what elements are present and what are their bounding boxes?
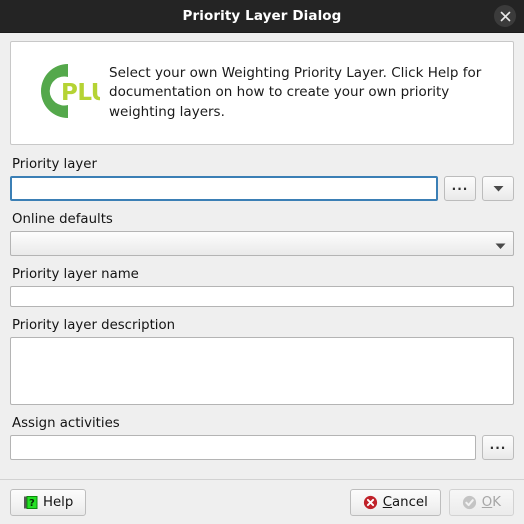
priority-layer-dropdown-button[interactable]	[482, 176, 514, 201]
dialog-body: PLUS Select your own Weighting Priority …	[0, 33, 524, 524]
ellipsis-icon: ...	[451, 178, 469, 193]
priority-layer-name-input[interactable]	[10, 286, 514, 307]
assign-activities-label: Assign activities	[12, 416, 120, 431]
ok-button-text: K	[492, 494, 501, 510]
help-button-label: Help	[43, 494, 74, 510]
dialog-button-bar: ? Help Cancel OK	[0, 480, 524, 524]
ok-check-icon	[462, 495, 477, 510]
online-defaults-label: Online defaults	[12, 212, 113, 227]
chevron-down-icon	[495, 234, 506, 253]
logo-container: PLUS	[21, 60, 125, 126]
priority-layer-dialog: Priority Layer Dialog PLUS S	[0, 0, 524, 524]
ellipsis-icon: ...	[489, 437, 507, 452]
priority-layer-input[interactable]	[10, 176, 438, 201]
priority-layer-name-label: Priority layer name	[12, 267, 139, 282]
dialog-action-buttons: Cancel OK	[349, 488, 514, 516]
cancel-button-text: ancel	[392, 494, 428, 510]
cancel-button-mnemonic: C	[382, 494, 393, 510]
priority-layer-browse-button[interactable]: ...	[444, 176, 476, 201]
cancel-circle-icon	[363, 495, 378, 510]
help-button[interactable]: ? Help	[10, 488, 87, 516]
close-icon	[500, 11, 511, 22]
dialog-titlebar: Priority Layer Dialog	[0, 0, 524, 33]
priority-layer-label: Priority layer	[12, 157, 97, 172]
ok-button[interactable]: OK	[448, 488, 514, 516]
help-book-icon: ?	[23, 495, 38, 510]
priority-layer-description-label: Priority layer description	[12, 318, 176, 333]
priority-layer-description-input[interactable]	[10, 337, 514, 405]
assign-activities-browse-button[interactable]: ...	[482, 435, 514, 460]
cancel-button[interactable]: Cancel	[349, 488, 441, 516]
priority-layer-row: ...	[10, 176, 514, 201]
assign-activities-row: ...	[10, 435, 514, 460]
assign-activities-input[interactable]	[10, 435, 476, 460]
dialog-title: Priority Layer Dialog	[182, 8, 342, 24]
svg-text:PLUS: PLUS	[61, 80, 100, 106]
info-message-box: PLUS Select your own Weighting Priority …	[10, 41, 514, 145]
ok-button-label: OK	[482, 495, 501, 510]
cancel-button-label: Cancel	[383, 495, 428, 510]
svg-text:?: ?	[29, 498, 35, 509]
info-message-text: Select your own Weighting Priority Layer…	[109, 65, 482, 120]
close-button[interactable]	[494, 5, 516, 27]
online-defaults-select[interactable]	[10, 231, 514, 256]
chevron-down-icon	[493, 183, 504, 194]
ok-button-mnemonic: O	[481, 494, 493, 510]
cplus-logo-icon: PLUS	[28, 60, 125, 126]
